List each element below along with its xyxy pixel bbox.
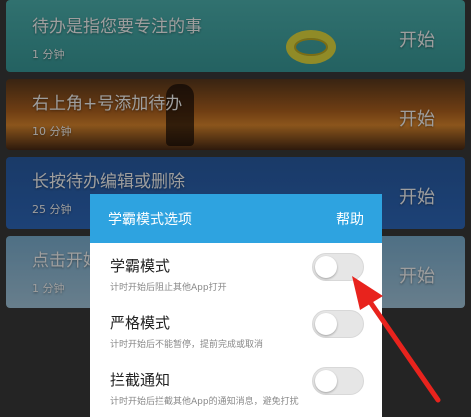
option-description: 计时开始后不能暂停，提前完成或取消 <box>110 340 264 350</box>
dialog-header: 学霸模式选项 帮助 <box>90 194 382 243</box>
study-mode-dialog: 学霸模式选项 帮助 学霸模式 计时开始后阻止其他App打开 严格模式 计时开始后… <box>90 194 382 417</box>
option-description: 计时开始后阻止其他App打开 <box>110 283 227 293</box>
option-description: 计时开始后拦截其他App的通知消息，避免打扰 <box>110 397 299 407</box>
study-mode-toggle[interactable] <box>312 253 364 281</box>
option-title: 拦截通知 <box>110 371 171 389</box>
block-notifications-toggle[interactable] <box>312 367 364 395</box>
dialog-title: 学霸模式选项 <box>108 212 192 228</box>
help-button[interactable]: 帮助 <box>336 209 364 229</box>
option-block-notifications[interactable]: 拦截通知 计时开始后拦截其他App的通知消息，避免打扰 <box>90 359 382 415</box>
strict-mode-toggle[interactable] <box>312 310 364 338</box>
option-title: 严格模式 <box>110 314 171 332</box>
option-study-mode[interactable]: 学霸模式 计时开始后阻止其他App打开 <box>90 245 382 301</box>
option-title: 学霸模式 <box>110 257 171 275</box>
option-strict-mode[interactable]: 严格模式 计时开始后不能暂停，提前完成或取消 <box>90 302 382 358</box>
toggle-knob <box>315 313 337 335</box>
toggle-knob <box>315 370 337 392</box>
toggle-knob <box>315 256 337 278</box>
